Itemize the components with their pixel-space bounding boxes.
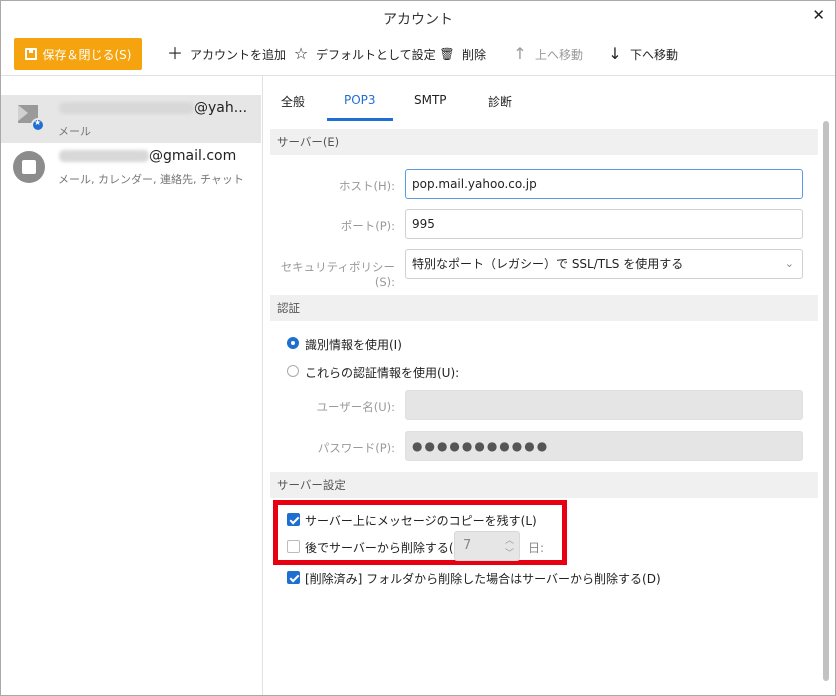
delete-after-label: 後でサーバーから削除する(R) (305, 541, 467, 555)
move-down-button[interactable]: ↓ 下へ移動 (607, 38, 678, 70)
port-input[interactable]: 995 (405, 209, 803, 239)
account-icon (13, 151, 45, 183)
add-account-button[interactable]: ＋ アカウントを追加 (167, 38, 286, 70)
delete-after-checkbox[interactable] (287, 540, 300, 553)
account-name: @gmail.com (59, 148, 236, 164)
tab-smtp[interactable]: SMTP (414, 93, 447, 107)
accounts-window: アカウント ✕ 保存＆閉じる(S) ＋ アカウントを追加 ☆ デフォルトとして設… (0, 0, 836, 696)
delete-when-removed-checkbox[interactable] (287, 571, 300, 584)
host-label: ホスト(H): (339, 179, 395, 193)
mail-account-icon (13, 103, 45, 135)
trash-icon: 🗑 (439, 47, 455, 61)
arrow-down-icon: ↓ (608, 44, 622, 63)
star-icon: ☆ (293, 44, 309, 63)
use-identity-radio[interactable] (287, 337, 299, 349)
use-these-credentials-radio[interactable] (287, 365, 299, 377)
account-list: @yah... メール @gmail.com メール, カレンダー, 連絡先, … (1, 76, 263, 695)
account-type: メール (58, 125, 91, 138)
delete-when-removed-label: [削除済み] フォルダから削除した場合はサーバーから削除する(D) (305, 572, 661, 586)
active-tab-indicator (327, 118, 393, 121)
title-bar: アカウント ✕ (1, 1, 835, 33)
port-label: ポート(P): (340, 219, 395, 233)
close-icon[interactable]: ✕ (812, 6, 825, 24)
auth-section-header: 認証 (270, 295, 818, 321)
arrow-up-icon: ↑ (513, 44, 527, 63)
account-type: メール, カレンダー, 連絡先, チャット (58, 173, 244, 186)
host-input[interactable]: pop.mail.yahoo.co.jp (405, 169, 803, 199)
username-label: ユーザー名(U): (316, 400, 395, 414)
account-name: @yah... (59, 100, 247, 116)
use-these-credentials-label: これらの認証情報を使用(U): (305, 366, 460, 380)
tab-diagnostics[interactable]: 診断 (488, 93, 512, 110)
security-policy-value: 特別なポート（レガシー）で SSL/TLS を使用する (412, 257, 684, 271)
chevron-down-icon: ⌄ (784, 257, 794, 270)
save-and-close-label: 保存＆閉じる(S) (42, 47, 132, 62)
username-input[interactable] (405, 390, 803, 420)
server-section-header: サーバー(E) (270, 129, 818, 155)
days-value: 7 (463, 538, 472, 553)
settings-tabs: 全般 POP3 SMTP 診断 (263, 76, 835, 122)
tab-pop3[interactable]: POP3 (344, 93, 376, 107)
keep-copy-checkbox[interactable] (287, 513, 300, 526)
password-label: パスワード(P): (317, 441, 395, 455)
security-policy-select[interactable]: 特別なポート（レガシー）で SSL/TLS を使用する ⌄ (405, 249, 803, 279)
server-settings-section-header: サーバー設定 (270, 472, 818, 498)
default-star-badge-icon (31, 118, 45, 132)
days-stepper[interactable]: 7 ︿ ﹀ (454, 531, 520, 561)
set-default-button[interactable]: ☆ デフォルトとして設定 (293, 38, 436, 70)
chevron-up-icon[interactable]: ︿ (505, 533, 514, 546)
account-item-yahoo[interactable]: @yah... メール (1, 95, 261, 143)
move-up-button[interactable]: ↑ 上へ移動 (512, 38, 583, 70)
move-down-label: 下へ移動 (630, 47, 679, 62)
account-item-gmail[interactable]: @gmail.com メール, カレンダー, 連絡先, チャット (1, 143, 261, 191)
plus-icon: ＋ (167, 44, 184, 63)
security-policy-label: セキュリティポリシー(S): (280, 260, 395, 289)
toolbar: 保存＆閉じる(S) ＋ アカウントを追加 ☆ デフォルトとして設定 🗑 削除 ↑… (1, 33, 835, 76)
save-and-close-button[interactable]: 保存＆閉じる(S) (14, 38, 142, 70)
days-unit-label: 日: (528, 541, 545, 555)
chevron-down-icon[interactable]: ﹀ (505, 546, 514, 559)
move-up-label: 上へ移動 (535, 47, 584, 62)
set-default-label: デフォルトとして設定 (316, 47, 436, 62)
settings-scrollbar[interactable] (823, 121, 829, 681)
window-title: アカウント (383, 12, 453, 28)
use-identity-label: 識別情報を使用(I) (305, 338, 402, 352)
save-icon (24, 48, 37, 60)
delete-label: 削除 (462, 47, 487, 62)
add-account-label: アカウントを追加 (190, 47, 287, 62)
tab-general[interactable]: 全般 (281, 93, 305, 110)
delete-button[interactable]: 🗑 削除 (439, 38, 486, 70)
keep-copy-label: サーバー上にメッセージのコピーを残す(L) (305, 514, 537, 528)
password-input[interactable]: ●●●●●●●●●●● (405, 431, 803, 461)
